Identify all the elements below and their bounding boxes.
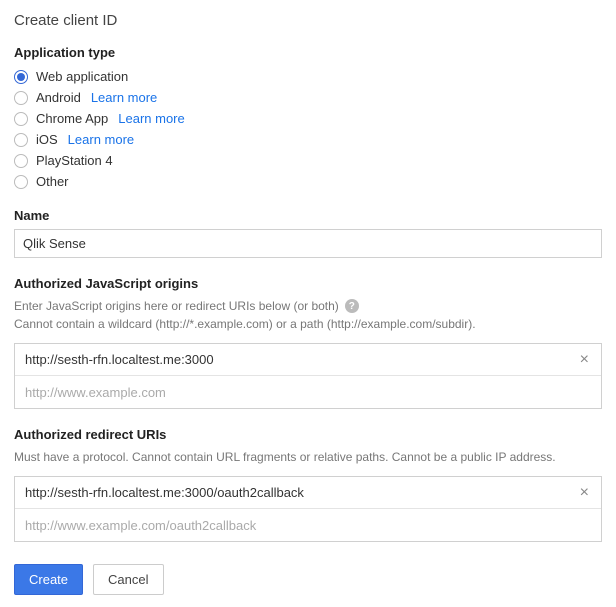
close-icon[interactable]: × [576,485,593,501]
js-origin-value: http://sesth-rfn.localtest.me:3000 [15,345,576,374]
radio-label: Other [36,174,69,189]
page-title: Create client ID [14,12,602,29]
close-icon[interactable]: × [576,352,593,368]
learn-more-link[interactable]: Learn more [118,111,184,126]
name-label: Name [14,208,602,223]
radio-icon [14,175,28,189]
application-type-label: Application type [14,45,602,60]
redirect-uri-input-row[interactable]: http://www.example.com/oauth2callback [15,509,601,541]
radio-icon [14,154,28,168]
js-origin-input-row[interactable]: http://www.example.com [15,376,601,408]
button-row: Create Cancel [14,564,602,595]
redirect-uris-list: http://sesth-rfn.localtest.me:3000/oauth… [14,476,602,542]
radio-ios[interactable]: iOS Learn more [14,129,602,150]
create-button[interactable]: Create [14,564,83,595]
radio-icon [14,133,28,147]
cancel-button[interactable]: Cancel [93,564,163,595]
redirect-uri-entry[interactable]: http://sesth-rfn.localtest.me:3000/oauth… [15,477,601,509]
js-origins-label: Authorized JavaScript origins [14,276,602,291]
name-input[interactable] [14,229,602,258]
radio-web-application[interactable]: Web application [14,66,602,87]
radio-playstation-4[interactable]: PlayStation 4 [14,150,602,171]
redirect-uri-placeholder: http://www.example.com/oauth2callback [15,511,593,540]
radio-label: Chrome App [36,111,108,126]
radio-android[interactable]: Android Learn more [14,87,602,108]
js-origin-placeholder: http://www.example.com [15,378,593,407]
radio-chrome-app[interactable]: Chrome App Learn more [14,108,602,129]
redirect-uri-value: http://sesth-rfn.localtest.me:3000/oauth… [15,478,576,507]
redirect-uris-help: Must have a protocol. Cannot contain URL… [14,448,602,466]
help-icon[interactable]: ? [345,299,359,313]
js-origins-list: http://sesth-rfn.localtest.me:3000 × htt… [14,343,602,409]
application-type-radio-group: Web application Android Learn more Chrom… [14,66,602,192]
radio-icon [14,91,28,105]
radio-other[interactable]: Other [14,171,602,192]
radio-label: Web application [36,69,128,84]
js-origins-help-1: Enter JavaScript origins here or redirec… [14,297,339,315]
radio-label: PlayStation 4 [36,153,113,168]
radio-icon [14,70,28,84]
learn-more-link[interactable]: Learn more [68,132,134,147]
redirect-uris-label: Authorized redirect URIs [14,427,602,442]
radio-label: Android [36,90,81,105]
radio-label: iOS [36,132,58,147]
js-origin-entry[interactable]: http://sesth-rfn.localtest.me:3000 × [15,344,601,376]
learn-more-link[interactable]: Learn more [91,90,157,105]
radio-icon [14,112,28,126]
js-origins-help-2: Cannot contain a wildcard (http://*.exam… [14,315,602,333]
